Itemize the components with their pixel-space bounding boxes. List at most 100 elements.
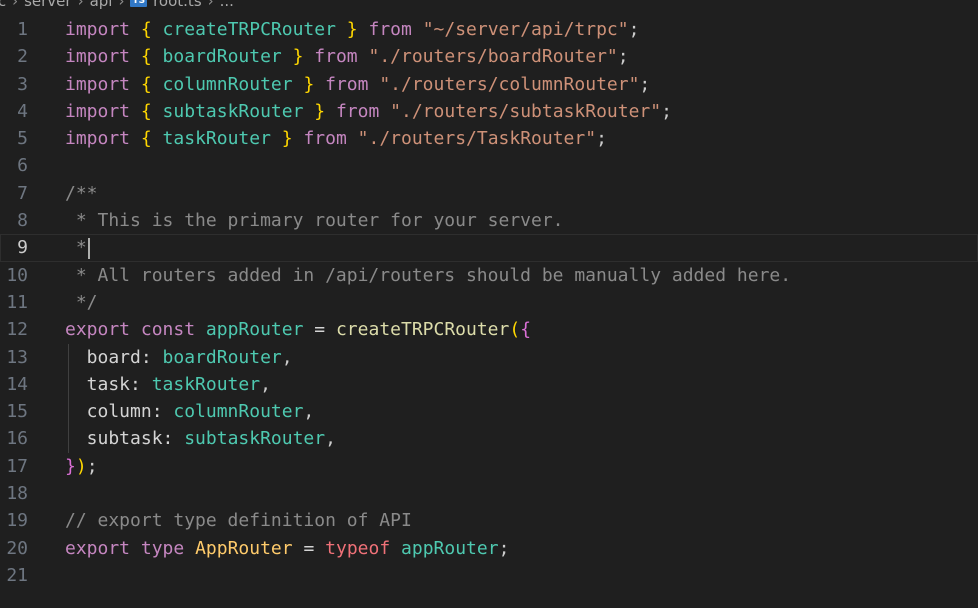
code-text: export const appRouter = createTRPCRoute… <box>65 316 531 343</box>
code-token: export <box>65 537 131 559</box>
code-line[interactable]: 8 * This is the primary router for your … <box>0 207 978 234</box>
code-text: import { boardRouter } from "./routers/b… <box>65 43 629 70</box>
code-token: appRouter <box>205 319 304 341</box>
breadcrumb-segment-server[interactable]: server <box>24 0 71 9</box>
chevron-right-icon: › <box>207 0 214 10</box>
code-token: import <box>65 19 131 40</box>
breadcrumb-segment-api[interactable]: api <box>90 0 113 9</box>
code-line[interactable]: 4 import { subtaskRouter } from "./router… <box>0 98 978 125</box>
code-text: */ <box>65 289 98 316</box>
code-token: task: <box>65 373 152 395</box>
code-token: columnRouter <box>173 401 304 423</box>
code-token: from <box>335 100 380 122</box>
line-number: 17 <box>6 455 28 477</box>
line-number: 11 <box>6 291 28 313</box>
code-token: type <box>140 537 185 559</box>
code-line[interactable]: 13 board: boardRouter, <box>0 343 978 371</box>
code-line[interactable]: 18 <box>0 480 978 507</box>
code-editor[interactable]: 1 import { createTRPCRouter } from "~/ser… <box>0 16 978 589</box>
line-number: 8 <box>17 210 28 232</box>
line-number: 16 <box>6 428 28 450</box>
line-number: 2 <box>17 46 28 68</box>
code-line[interactable]: 15 column: columnRouter, <box>0 398 978 426</box>
line-number: 21 <box>6 564 28 586</box>
breadcrumb-segment-rc[interactable]: rc <box>0 0 6 9</box>
code-token: { <box>140 46 152 68</box>
code-token: taskRouter <box>151 373 261 395</box>
code-token: = <box>292 537 326 559</box>
code-line[interactable]: 2 import { boardRouter } from "./routers/… <box>0 43 978 70</box>
line-number: 9 <box>17 237 28 259</box>
code-text: import { subtaskRouter } from "./routers… <box>65 98 672 125</box>
code-token: * This is the primary router for your se… <box>65 210 564 232</box>
code-line[interactable]: 20 export type AppRouter = typeof appRout… <box>0 535 978 562</box>
code-token: { <box>140 100 152 122</box>
code-line[interactable]: 12 export const appRouter = createTRPCRou… <box>0 316 978 343</box>
code-token: "~/server/api/trpc" <box>422 19 629 40</box>
code-token: { <box>520 319 532 341</box>
breadcrumb-file[interactable]: root.ts <box>153 0 202 9</box>
breadcrumb-symbols[interactable]: ... <box>220 0 234 9</box>
code-line[interactable]: 14 task: taskRouter, <box>0 370 978 399</box>
code-token: ; <box>639 73 651 95</box>
code-token: } <box>314 100 326 122</box>
chevron-right-icon: › <box>77 0 84 10</box>
code-line[interactable]: 6 <box>0 152 978 179</box>
code-line[interactable]: 7 /** <box>0 180 978 207</box>
code-line[interactable]: 17}); <box>0 453 978 480</box>
code-text: import { taskRouter } from "./routers/Ta… <box>65 125 607 152</box>
code-token: AppRouter <box>195 537 293 559</box>
code-text: import { createTRPCRouter } from "~/serv… <box>65 16 639 43</box>
code-token: } <box>346 19 358 40</box>
code-token: board: <box>65 346 163 368</box>
code-token: { <box>140 19 152 40</box>
chevron-right-icon: › <box>12 0 19 10</box>
code-line[interactable]: 5 import { taskRouter } from "./routers/T… <box>0 125 978 152</box>
code-line[interactable]: 11 */ <box>0 289 978 316</box>
line-number: 3 <box>17 73 28 95</box>
code-line[interactable]: 10 * All routers added in /api/routers s… <box>0 262 978 289</box>
code-token: export <box>65 319 131 341</box>
code-line[interactable]: 19 // export type definition of API <box>0 507 978 534</box>
code-line[interactable]: 16 subtask: subtaskRouter, <box>0 425 978 453</box>
code-token: ( <box>509 319 521 341</box>
code-token: typeof <box>325 537 391 559</box>
code-token: { <box>140 73 152 95</box>
code-token: from <box>314 46 358 68</box>
line-number: 15 <box>6 401 28 423</box>
code-token: from <box>368 19 412 40</box>
code-line[interactable]: 1 import { createTRPCRouter } from "~/ser… <box>0 16 978 43</box>
code-text: column: columnRouter, <box>65 398 315 425</box>
line-number: 4 <box>17 100 28 122</box>
code-line[interactable]: 9 * <box>0 234 978 262</box>
code-token: , <box>281 346 293 368</box>
code-line[interactable]: 3 import { columnRouter } from "./routers… <box>0 71 978 98</box>
code-line[interactable]: 21 <box>0 562 978 589</box>
code-token: * <box>65 237 87 259</box>
line-number: 6 <box>17 155 28 177</box>
text-cursor <box>87 237 90 259</box>
code-token: columnRouter <box>151 73 304 95</box>
code-token: createTRPCRouter <box>335 319 510 341</box>
code-text: subtask: subtaskRouter, <box>65 425 336 452</box>
chevron-right-icon: › <box>118 0 125 10</box>
code-token: boardRouter <box>162 346 282 368</box>
code-token: import <box>65 100 131 122</box>
code-text: task: taskRouter, <box>65 371 271 398</box>
code-token: createTRPCRouter <box>151 19 347 40</box>
code-token: /** <box>65 182 98 204</box>
code-text: /** <box>65 180 98 207</box>
code-text: * <box>65 234 90 261</box>
code-token: column: <box>65 401 174 423</box>
code-token: , <box>325 428 336 450</box>
